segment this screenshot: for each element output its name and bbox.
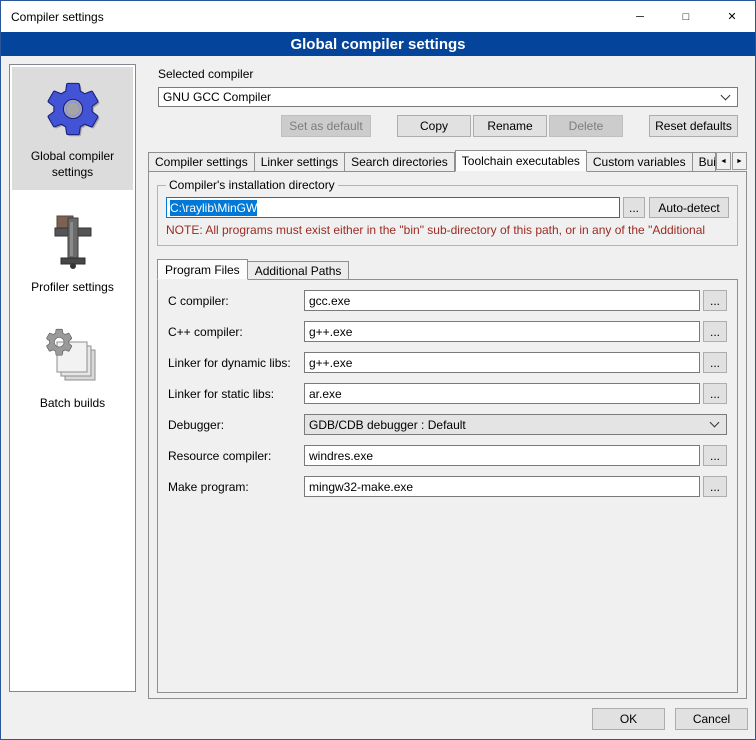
compiler-actions: Set as default Copy Rename Delete Reset … bbox=[158, 115, 738, 137]
minimize-button[interactable]: ─ bbox=[617, 1, 663, 32]
chevron-down-icon bbox=[717, 96, 733, 99]
resource-compiler-label: Resource compiler: bbox=[168, 449, 304, 463]
reset-defaults-button[interactable]: Reset defaults bbox=[649, 115, 738, 137]
cpp-compiler-label: C++ compiler: bbox=[168, 325, 304, 339]
maximize-button[interactable]: □ bbox=[663, 1, 709, 32]
compiler-combobox[interactable]: GNU GCC Compiler bbox=[158, 87, 738, 107]
tab-linker-settings[interactable]: Linker settings bbox=[255, 152, 345, 171]
window-title: Compiler settings bbox=[1, 10, 104, 24]
static-linker-input[interactable] bbox=[304, 383, 700, 404]
dynamic-linker-label: Linker for dynamic libs: bbox=[168, 356, 304, 370]
sidebar-item-label: Profiler settings bbox=[31, 280, 114, 296]
profiler-icon bbox=[41, 208, 105, 272]
installation-directory-row: C:\raylib\MinGW ... Auto-detect bbox=[166, 197, 729, 218]
cpp-compiler-input[interactable] bbox=[304, 321, 700, 342]
rename-button[interactable]: Rename bbox=[473, 115, 547, 137]
tab-build-options[interactable]: Builc bbox=[693, 152, 716, 171]
sidebar-item-label: Global compiler settings bbox=[14, 149, 131, 180]
make-program-browse-button[interactable]: ... bbox=[703, 476, 727, 497]
tab-scroll-right-icon[interactable]: ► bbox=[732, 152, 747, 170]
dynamic-linker-browse-button[interactable]: ... bbox=[703, 352, 727, 373]
note-text: NOTE: All programs must exist either in … bbox=[166, 223, 729, 237]
installation-directory-input[interactable]: C:\raylib\MinGW bbox=[166, 197, 620, 218]
installation-directory-groupbox: Compiler's installation directory C:\ray… bbox=[157, 178, 738, 246]
program-subtabbar: Program Files Additional Paths bbox=[157, 258, 738, 279]
debugger-select[interactable]: GDB/CDB debugger : Default bbox=[304, 414, 727, 435]
copy-button[interactable]: Copy bbox=[397, 115, 471, 137]
blue-gear-icon bbox=[41, 77, 105, 141]
main-panel: Selected compiler GNU GCC Compiler Set a… bbox=[146, 64, 747, 699]
sidebar-item-label: Batch builds bbox=[40, 396, 105, 412]
dialog-body: Global compiler settings Profiler settin… bbox=[1, 56, 755, 699]
static-linker-label: Linker for static libs: bbox=[168, 387, 304, 401]
c-compiler-browse-button[interactable]: ... bbox=[703, 290, 727, 311]
resource-compiler-row: Resource compiler: ... bbox=[168, 445, 727, 466]
compiler-settings-window: Compiler settings ─ □ ✕ Global compiler … bbox=[0, 0, 756, 740]
sidebar-item-profiler-settings[interactable]: Profiler settings bbox=[12, 198, 133, 306]
tab-scroll-buttons: ◄ ► bbox=[716, 152, 747, 171]
dynamic-linker-row: Linker for dynamic libs: ... bbox=[168, 352, 727, 373]
ok-button[interactable]: OK bbox=[592, 708, 665, 730]
installation-directory-title: Compiler's installation directory bbox=[166, 178, 338, 192]
installation-directory-value: C:\raylib\MinGW bbox=[170, 200, 257, 216]
settings-category-sidebar: Global compiler settings Profiler settin… bbox=[9, 64, 136, 692]
static-linker-row: Linker for static libs: ... bbox=[168, 383, 727, 404]
make-program-row: Make program: ... bbox=[168, 476, 727, 497]
static-linker-browse-button[interactable]: ... bbox=[703, 383, 727, 404]
chevron-down-icon bbox=[706, 423, 722, 426]
c-compiler-row: C compiler: ... bbox=[168, 290, 727, 311]
toolchain-executables-panel: Compiler's installation directory C:\ray… bbox=[148, 171, 747, 699]
batch-builds-icon bbox=[41, 324, 105, 388]
dynamic-linker-input[interactable] bbox=[304, 352, 700, 373]
cancel-button[interactable]: Cancel bbox=[675, 708, 748, 730]
compiler-combobox-value: GNU GCC Compiler bbox=[163, 90, 271, 104]
make-program-input[interactable] bbox=[304, 476, 700, 497]
debugger-select-value: GDB/CDB debugger : Default bbox=[309, 418, 466, 432]
subtab-program-files[interactable]: Program Files bbox=[157, 259, 248, 280]
tab-scroll-left-icon[interactable]: ◄ bbox=[716, 152, 731, 170]
tab-search-directories[interactable]: Search directories bbox=[345, 152, 455, 171]
debugger-row: Debugger: GDB/CDB debugger : Default bbox=[168, 414, 727, 435]
tab-toolchain-executables[interactable]: Toolchain executables bbox=[455, 150, 587, 172]
sidebar-item-batch-builds[interactable]: Batch builds bbox=[12, 314, 133, 422]
window-controls: ─ □ ✕ bbox=[617, 1, 755, 32]
titlebar: Compiler settings ─ □ ✕ bbox=[1, 1, 755, 32]
settings-tabbar: Compiler settings Linker settings Search… bbox=[148, 150, 747, 171]
dialog-footer: OK Cancel bbox=[1, 699, 755, 739]
browse-installation-directory-button[interactable]: ... bbox=[623, 197, 645, 218]
tab-compiler-settings[interactable]: Compiler settings bbox=[148, 152, 255, 171]
close-button[interactable]: ✕ bbox=[709, 1, 755, 32]
sidebar-item-global-compiler-settings[interactable]: Global compiler settings bbox=[12, 67, 133, 190]
debugger-label: Debugger: bbox=[168, 418, 304, 432]
tab-custom-variables[interactable]: Custom variables bbox=[587, 152, 693, 171]
delete-button: Delete bbox=[549, 115, 623, 137]
set-as-default-button: Set as default bbox=[281, 115, 371, 137]
c-compiler-label: C compiler: bbox=[168, 294, 304, 308]
dialog-header: Global compiler settings bbox=[1, 32, 755, 56]
auto-detect-button[interactable]: Auto-detect bbox=[649, 197, 729, 218]
selected-compiler-label: Selected compiler bbox=[158, 67, 747, 82]
resource-compiler-input[interactable] bbox=[304, 445, 700, 466]
resource-compiler-browse-button[interactable]: ... bbox=[703, 445, 727, 466]
c-compiler-input[interactable] bbox=[304, 290, 700, 311]
subtab-additional-paths[interactable]: Additional Paths bbox=[248, 261, 350, 279]
cpp-compiler-browse-button[interactable]: ... bbox=[703, 321, 727, 342]
cpp-compiler-row: C++ compiler: ... bbox=[168, 321, 727, 342]
program-files-panel: C compiler: ... C++ compiler: ... Linker… bbox=[157, 279, 738, 693]
make-program-label: Make program: bbox=[168, 480, 304, 494]
